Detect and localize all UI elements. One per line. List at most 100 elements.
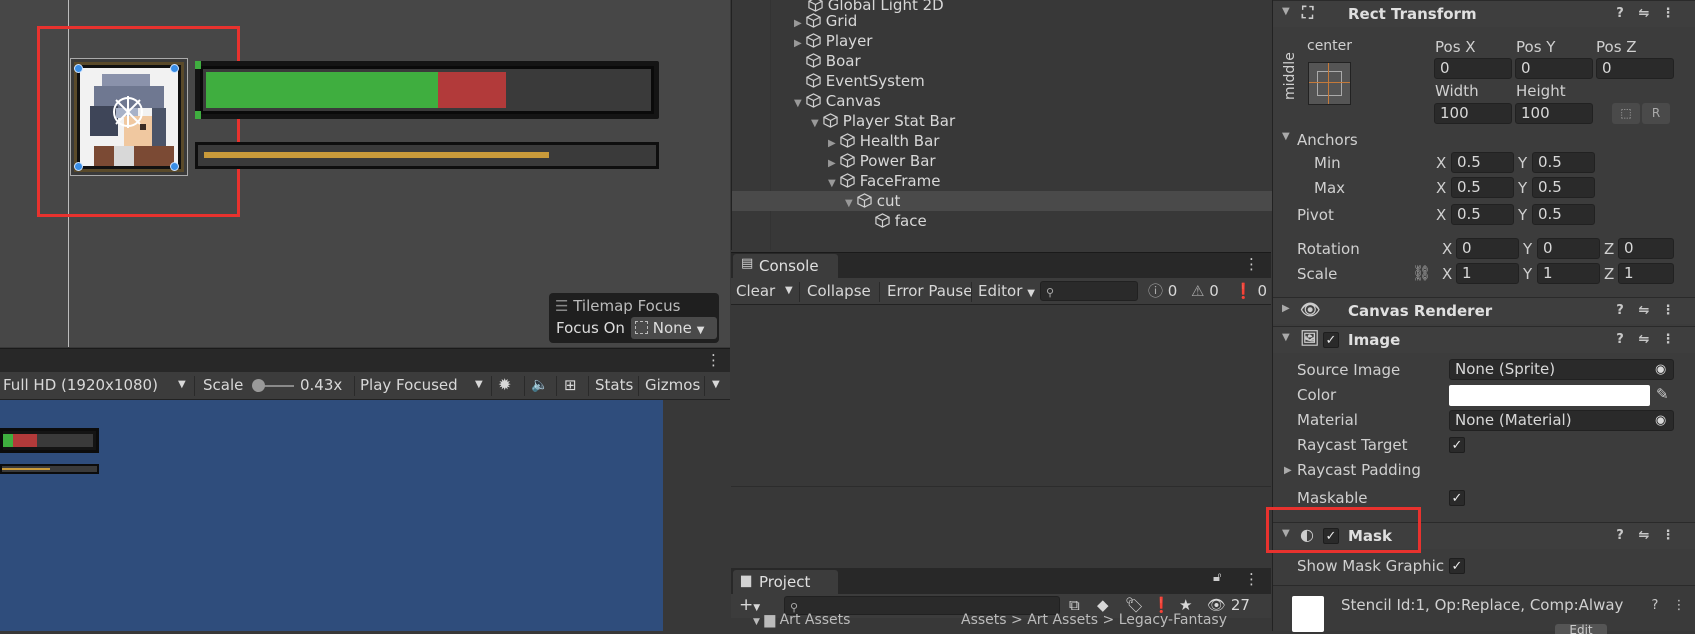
rotation-y-field[interactable]: 0 xyxy=(1537,238,1600,259)
anchors-foldout[interactable]: Anchors xyxy=(1297,131,1358,149)
canvas-renderer-header[interactable]: ▶ 👁︎ Canvas Renderer ? ⇋ ⋮ xyxy=(1273,297,1695,324)
width-field[interactable]: 100 xyxy=(1434,103,1512,124)
presets-icon[interactable]: ⇋ xyxy=(1637,529,1651,543)
breadcrumb-item[interactable]: Art Assets xyxy=(1027,612,1098,628)
anchor-max-x-field[interactable]: 0.5 xyxy=(1451,177,1514,198)
help-icon[interactable]: ? xyxy=(1648,599,1662,613)
edit-button[interactable]: Edit xyxy=(1555,624,1607,634)
presets-icon[interactable]: ⇋ xyxy=(1637,333,1651,347)
hierarchy-item-power-bar[interactable]: ▶ Power Bar xyxy=(732,151,1272,171)
console-log-area[interactable] xyxy=(731,305,1271,568)
height-field[interactable]: 100 xyxy=(1515,103,1593,124)
log-filter-button[interactable]: ⓘ 0 xyxy=(1145,280,1180,302)
image-enabled-checkbox[interactable]: ✓ xyxy=(1323,332,1339,348)
hierarchy-item-canvas[interactable]: ▼ Canvas xyxy=(732,91,1272,111)
scale-z-field[interactable]: 1 xyxy=(1618,263,1674,284)
collapse-button[interactable]: Collapse xyxy=(804,280,874,302)
stats-button[interactable]: Stats xyxy=(592,374,636,396)
pivot-x-field[interactable]: 0.5 xyxy=(1451,204,1514,225)
hierarchy-item-boar[interactable]: Boar xyxy=(732,51,1272,71)
hierarchy-item-grid[interactable]: ▶ Grid xyxy=(732,11,1272,31)
rotation-z-field[interactable]: 0 xyxy=(1618,238,1674,259)
context-menu-icon[interactable]: ⋮ xyxy=(1661,7,1675,21)
scale-x-field[interactable]: 1 xyxy=(1456,263,1519,284)
pivot-y-field[interactable]: 0.5 xyxy=(1532,204,1595,225)
eyedropper-icon[interactable]: ✎ xyxy=(1656,385,1669,403)
play-mode-dropdown[interactable]: Play Focused ▼ xyxy=(357,374,489,396)
hierarchy-item-face[interactable]: face xyxy=(732,211,1272,231)
gizmos-dropdown-icon[interactable]: ▼ xyxy=(709,374,723,396)
raw-edit-button[interactable]: R xyxy=(1642,103,1670,124)
context-menu-icon[interactable]: ⋮ xyxy=(1661,333,1675,347)
error-pause-button[interactable]: Error Pause xyxy=(884,280,975,302)
scene-view[interactable]: ☰ Tilemap Focus Focus On None ▼ xyxy=(0,0,730,347)
object-picker-icon[interactable]: ◉ xyxy=(1655,411,1666,430)
hierarchy-item-cut[interactable]: ▼ cut xyxy=(732,191,1272,211)
grid-icon[interactable]: ⊞ xyxy=(561,374,580,396)
hierarchy-item-faceframe[interactable]: ▼ FaceFrame xyxy=(732,171,1272,191)
foldout-arrow-icon[interactable]: ▶ xyxy=(1282,303,1290,314)
breadcrumb-item[interactable]: Legacy-Fantasy xyxy=(1119,612,1227,628)
context-menu-icon[interactable]: ⋮ xyxy=(1672,599,1686,613)
console-search-input[interactable]: ⚲ xyxy=(1040,281,1138,301)
foldout-arrow-icon[interactable]: ▼ xyxy=(1282,6,1290,17)
clear-button[interactable]: Clear xyxy=(733,280,778,302)
blueprint-mode-button[interactable]: ⬚ xyxy=(1612,103,1640,124)
focus-on-dropdown[interactable]: None ▼ xyxy=(631,317,717,339)
anchor-min-x-field[interactable]: 0.5 xyxy=(1451,152,1514,173)
breadcrumb-item[interactable]: Assets xyxy=(961,612,1007,628)
help-icon[interactable]: ? xyxy=(1613,333,1627,347)
hierarchy-item-eventsystem[interactable]: EventSystem xyxy=(732,71,1272,91)
anchor-presets-button[interactable] xyxy=(1308,62,1351,105)
anchor-min-y-field[interactable]: 0.5 xyxy=(1532,152,1595,173)
context-menu-icon[interactable]: ⋮ xyxy=(1661,529,1675,543)
foldout-arrow-icon[interactable]: ▶ xyxy=(1284,465,1292,476)
pos-x-field[interactable]: 0 xyxy=(1434,58,1512,79)
help-icon[interactable]: ? xyxy=(1613,7,1627,21)
rotation-x-field[interactable]: 0 xyxy=(1456,238,1519,259)
raycast-padding-foldout[interactable]: Raycast Padding xyxy=(1297,461,1421,479)
raycast-target-checkbox[interactable]: ✓ xyxy=(1449,437,1465,453)
source-image-field[interactable]: None (Sprite) ◉ xyxy=(1449,359,1674,380)
lock-icon[interactable]: 🔓︎ xyxy=(1213,570,1221,585)
rect-transform-header[interactable]: ▼ ⛶ Rect Transform ? ⇋ ⋮ xyxy=(1273,0,1695,27)
object-picker-icon[interactable]: ◉ xyxy=(1655,360,1666,379)
gameobject-icon xyxy=(840,153,855,168)
scale-slider-thumb[interactable] xyxy=(252,379,265,392)
show-mask-graphic-checkbox[interactable]: ✓ xyxy=(1449,558,1465,574)
game-viewport[interactable] xyxy=(0,400,663,631)
pos-y-field[interactable]: 0 xyxy=(1515,58,1593,79)
maskable-checkbox[interactable]: ✓ xyxy=(1449,490,1465,506)
kebab-menu-icon[interactable]: ⋮ xyxy=(706,351,721,369)
pos-z-field[interactable]: 0 xyxy=(1596,58,1674,79)
tab-console[interactable]: ▤ Console xyxy=(733,254,838,278)
foldout-arrow-icon[interactable]: ▼ xyxy=(1282,332,1290,343)
gizmos-button[interactable]: Gizmos xyxy=(642,374,703,396)
kebab-menu-icon[interactable]: ⋮ xyxy=(1244,255,1259,273)
hierarchy-item-player[interactable]: ▶ Player xyxy=(732,31,1272,51)
context-menu-icon[interactable]: ⋮ xyxy=(1661,304,1675,318)
constrain-proportions-icon[interactable]: ⛓︎ xyxy=(1412,264,1431,282)
editor-dropdown[interactable]: Editor ▼ xyxy=(975,280,1038,302)
material-field[interactable]: None (Material) ◉ xyxy=(1449,410,1674,431)
presets-icon[interactable]: ⇋ xyxy=(1637,7,1651,21)
help-icon[interactable]: ? xyxy=(1613,529,1627,543)
hierarchy-item-player-stat-bar[interactable]: ▼ Player Stat Bar xyxy=(732,111,1272,131)
resolution-dropdown[interactable]: Full HD (1920x1080) ▼ xyxy=(0,374,192,396)
audio-icon[interactable]: 🔈 xyxy=(528,374,551,396)
warning-filter-button[interactable]: ⚠ 0 xyxy=(1188,280,1222,302)
anchor-max-y-field[interactable]: 0.5 xyxy=(1532,177,1595,198)
project-folder-item[interactable]: ▼ ▆ Art Assets xyxy=(753,612,850,628)
hierarchy-item-health-bar[interactable]: ▶ Health Bar xyxy=(732,131,1272,151)
bug-icon[interactable]: ✹ xyxy=(495,374,514,396)
help-icon[interactable]: ? xyxy=(1613,304,1627,318)
kebab-menu-icon[interactable]: ⋮ xyxy=(1244,570,1259,588)
foldout-arrow-icon[interactable]: ▼ xyxy=(1282,131,1290,142)
scale-y-field[interactable]: 1 xyxy=(1537,263,1600,284)
color-swatch[interactable] xyxy=(1449,385,1650,406)
clear-options-icon[interactable]: ▼ xyxy=(782,280,796,302)
image-header[interactable]: ▼ 🖼︎ ✓ Image ? ⇋ ⋮ xyxy=(1273,326,1695,353)
error-filter-button[interactable]: ❗ 0 xyxy=(1231,280,1270,302)
tab-project[interactable]: ▆ Project xyxy=(733,570,838,594)
presets-icon[interactable]: ⇋ xyxy=(1637,304,1651,318)
